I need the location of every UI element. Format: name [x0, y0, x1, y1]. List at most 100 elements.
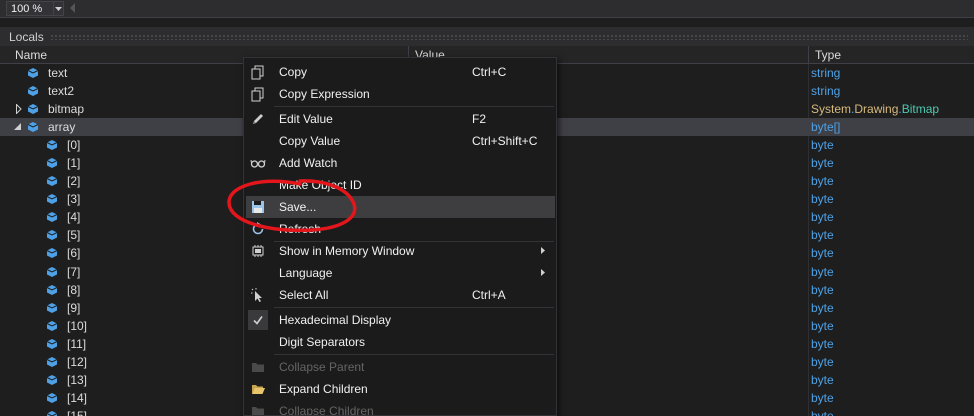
submenu-arrow-icon [541, 247, 545, 254]
row-name: [6] [67, 246, 81, 261]
row-type: byte [811, 228, 834, 243]
row-name: [8] [67, 282, 81, 297]
menu-item-save[interactable]: Save... [246, 196, 555, 218]
row-name: [11] [67, 336, 87, 351]
menu-item-select-all[interactable]: Select All Ctrl+A [244, 284, 556, 306]
field-icon [46, 284, 58, 295]
menu-item-label: Language [279, 266, 333, 280]
title-grip [49, 33, 968, 40]
menu-item-show-in-memory-window[interactable]: Show in Memory Window [244, 240, 556, 262]
menu-item-label: Collapse Parent [279, 360, 365, 374]
menu-separator [274, 354, 554, 355]
cursor-icon [251, 288, 262, 302]
row-type: byte [811, 264, 834, 279]
row-type: byte [811, 336, 834, 351]
folder-icon [252, 407, 264, 415]
menu-item-language[interactable]: Language [244, 262, 556, 284]
copy-icon [251, 87, 264, 102]
menu-item-add-watch[interactable]: Add Watch [244, 152, 556, 174]
field-icon [46, 410, 58, 416]
field-icon [46, 338, 58, 349]
row-type: byte [811, 138, 834, 153]
row-type: byte [811, 354, 834, 369]
menu-item-label: Refresh [279, 222, 322, 236]
row-type: byte [811, 300, 834, 315]
menu-item-edit-value[interactable]: Edit Value F2 [244, 108, 556, 130]
field-icon [27, 86, 39, 97]
menu-item-label: Copy [279, 65, 308, 79]
column-name-header[interactable]: Name [15, 48, 47, 62]
folder-icon [252, 363, 264, 372]
column-divider[interactable] [808, 46, 809, 64]
refresh-icon [252, 222, 264, 235]
field-icon [46, 374, 58, 385]
row-name: [9] [67, 300, 81, 315]
field-icon [46, 302, 58, 313]
menu-item-expand-children[interactable]: Expand Children [244, 378, 556, 400]
chevron-down-icon[interactable] [53, 2, 63, 15]
row-name: text [48, 66, 68, 80]
row-name: [10] [67, 318, 88, 333]
row-type: byte [811, 156, 834, 171]
collapse-arrow-icon[interactable] [14, 123, 22, 131]
field-icon [46, 320, 58, 331]
menu-item-label: Edit Value [279, 112, 333, 126]
locals-panel-title: Locals [0, 27, 974, 46]
menu-item-refresh[interactable]: Refresh [244, 218, 556, 240]
menu-item-copy[interactable]: Copy Ctrl+C [244, 61, 556, 83]
field-icon [46, 176, 58, 187]
row-type: byte [811, 408, 834, 416]
menu-item-hexadecimal-display[interactable]: Hexadecimal Display [244, 309, 556, 331]
expand-arrow-icon[interactable] [16, 104, 22, 115]
zoom-toolbar: 100 % [0, 0, 974, 18]
row-name: [14] [67, 390, 88, 405]
field-icon [27, 104, 39, 115]
menu-item-label: Copy Value [279, 134, 341, 148]
field-icon [46, 194, 58, 205]
field-icon [46, 212, 58, 223]
memory-chip-icon [252, 245, 264, 257]
column-type-header[interactable]: Type [815, 48, 841, 62]
field-icon [46, 140, 58, 151]
scroll-left-icon[interactable] [70, 3, 76, 13]
row-name: [5] [67, 228, 81, 243]
row-name: [13] [67, 372, 88, 387]
check-box [248, 310, 268, 330]
field-icon [27, 122, 39, 133]
row-name: [3] [67, 192, 81, 207]
menu-item-label: Copy Expression [279, 87, 370, 101]
menu-item-digit-separators[interactable]: Digit Separators [244, 331, 556, 353]
menu-item-shortcut: F2 [472, 112, 487, 126]
row-name: [4] [67, 210, 81, 225]
menu-item-shortcut: Ctrl+Shift+C [472, 134, 538, 148]
menu-item-label: Make Object ID [279, 178, 362, 192]
field-icon [46, 392, 58, 403]
row-type: System.Drawing.Bitmap [811, 102, 940, 117]
row-type: byte[] [811, 120, 841, 135]
menu-item-label: Expand Children [279, 382, 368, 396]
field-icon [46, 230, 58, 241]
row-type: byte [811, 282, 834, 297]
field-icon [27, 68, 39, 78]
zoom-value: 100 % [11, 2, 43, 15]
row-type: byte [811, 372, 834, 387]
row-type: byte [811, 192, 834, 207]
menu-item-make-object-id[interactable]: Make Object ID [244, 174, 556, 196]
menu-item-copy-value[interactable]: Copy Value Ctrl+Shift+C [244, 130, 556, 152]
menu-item-collapse-children: Collapse Children [244, 400, 556, 416]
zoom-dropdown[interactable]: 100 % [6, 1, 64, 16]
menu-item-copy-expression[interactable]: Copy Expression [244, 83, 556, 105]
row-name: bitmap [48, 102, 85, 117]
menu-item-label: Collapse Children [279, 404, 374, 416]
menu-item-label: Save... [279, 200, 317, 214]
floppy-disk-icon [252, 201, 264, 213]
menu-separator [274, 307, 554, 308]
field-icon [46, 158, 58, 169]
panel-title: Locals [9, 29, 44, 44]
field-icon [46, 248, 58, 259]
menu-item-shortcut: Ctrl+C [472, 65, 507, 79]
checkmark-icon [253, 316, 263, 325]
menu-item-shortcut: Ctrl+A [472, 288, 506, 302]
row-type: string [811, 66, 841, 80]
folder-open-icon [252, 385, 265, 394]
